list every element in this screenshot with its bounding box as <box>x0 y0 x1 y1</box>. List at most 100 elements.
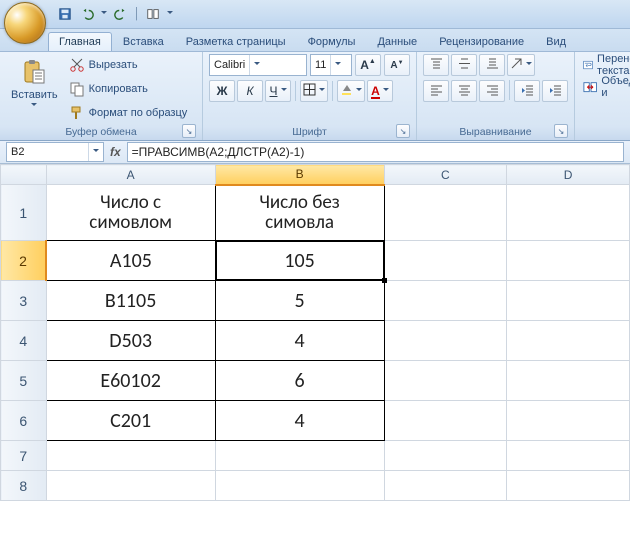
align-middle-button[interactable] <box>451 54 477 76</box>
cell-B5[interactable]: 6 <box>215 361 384 401</box>
font-name-combo[interactable]: Calibri <box>209 54 307 76</box>
cell-A5[interactable]: Е60102 <box>46 361 215 401</box>
group-clipboard-label: Буфер обмена ↘ <box>6 126 196 140</box>
redo-icon[interactable] <box>112 5 130 23</box>
fx-icon[interactable]: fx <box>110 145 121 159</box>
separator <box>332 81 333 101</box>
row-header-4[interactable]: 4 <box>1 321 47 361</box>
cell-A3[interactable]: В1105 <box>46 281 215 321</box>
increase-indent-button[interactable] <box>542 80 568 102</box>
underline-button[interactable]: Ч <box>265 80 291 102</box>
cell-C8[interactable] <box>384 471 507 501</box>
shrink-font-button[interactable]: A▼ <box>384 54 410 76</box>
cell-D1[interactable] <box>507 185 630 241</box>
row-header-1[interactable]: 1 <box>1 185 47 241</box>
cell-C5[interactable] <box>384 361 507 401</box>
qat-extra-icon[interactable] <box>144 5 162 23</box>
row-header-6[interactable]: 6 <box>1 401 47 441</box>
cell-C6[interactable] <box>384 401 507 441</box>
tab-insert[interactable]: Вставка <box>112 32 175 51</box>
cell-B4[interactable]: 4 <box>215 321 384 361</box>
tab-review[interactable]: Рецензирование <box>428 32 535 51</box>
wrap-text-button[interactable]: Перенос текста <box>581 54 630 76</box>
italic-button[interactable]: К <box>237 80 263 102</box>
cell-A4[interactable]: D503 <box>46 321 215 361</box>
office-button[interactable] <box>4 2 46 44</box>
font-size-combo[interactable]: 11 <box>310 54 352 76</box>
decrease-indent-button[interactable] <box>514 80 540 102</box>
font-name-value: Calibri <box>210 59 249 71</box>
borders-button[interactable] <box>300 80 328 102</box>
name-box[interactable]: B2 <box>6 142 104 162</box>
qat-separator: │ <box>134 5 140 23</box>
alignment-launcher[interactable]: ↘ <box>554 124 568 138</box>
format-painter-button[interactable]: Формат по образцу <box>67 102 190 124</box>
cell-A7[interactable] <box>46 441 215 471</box>
cell-D5[interactable] <box>507 361 630 401</box>
align-top-button[interactable] <box>423 54 449 76</box>
tab-formulas[interactable]: Формулы <box>297 32 367 51</box>
col-header-C[interactable]: C <box>384 165 507 185</box>
grow-font-button[interactable]: A▲ <box>355 54 381 76</box>
cell-A1[interactable]: Число с симовлом <box>46 185 215 241</box>
row-header-5[interactable]: 5 <box>1 361 47 401</box>
fill-color-button[interactable] <box>337 80 365 102</box>
tab-home[interactable]: Главная <box>48 32 112 51</box>
font-launcher[interactable]: ↘ <box>396 124 410 138</box>
grow-font-icon: A▲ <box>360 58 376 72</box>
shrink-font-icon: A▼ <box>390 60 403 71</box>
cell-A2[interactable]: А105 <box>46 241 215 281</box>
row-header-3[interactable]: 3 <box>1 281 47 321</box>
cell-D3[interactable] <box>507 281 630 321</box>
cell-B7[interactable] <box>215 441 384 471</box>
copy-button[interactable]: Копировать <box>67 78 190 100</box>
group-alignment-label: Выравнивание ↘ <box>423 126 568 140</box>
copy-icon <box>69 81 85 97</box>
undo-icon[interactable] <box>78 5 96 23</box>
cell-B8[interactable] <box>215 471 384 501</box>
tab-page-layout[interactable]: Разметка страницы <box>175 32 297 51</box>
cell-B3[interactable]: 5 <box>215 281 384 321</box>
align-right-button[interactable] <box>479 80 505 102</box>
align-center-button[interactable] <box>451 80 477 102</box>
bold-button[interactable]: Ж <box>209 80 235 102</box>
font-color-button[interactable]: A <box>367 80 393 102</box>
chevron-down-icon <box>330 55 345 75</box>
align-left-button[interactable] <box>423 80 449 102</box>
cut-button[interactable]: Вырезать <box>67 54 190 76</box>
align-bottom-button[interactable] <box>479 54 505 76</box>
qat-customize-dropdown[interactable] <box>166 11 174 17</box>
undo-dropdown[interactable] <box>100 11 108 17</box>
cell-B1[interactable]: Число без симовла <box>215 185 384 241</box>
clipboard-launcher[interactable]: ↘ <box>182 124 196 138</box>
cell-C4[interactable] <box>384 321 507 361</box>
cell-B6[interactable]: 4 <box>215 401 384 441</box>
paste-button[interactable]: Вставить <box>6 54 63 112</box>
col-header-B[interactable]: B <box>215 165 384 185</box>
worksheet[interactable]: A B C D 1 Число с симовлом Число без сим… <box>0 164 630 548</box>
merge-cells-button[interactable]: Объединить и <box>581 76 630 98</box>
row-header-8[interactable]: 8 <box>1 471 47 501</box>
cell-A8[interactable] <box>46 471 215 501</box>
tab-data[interactable]: Данные <box>366 32 428 51</box>
select-all-corner[interactable] <box>1 165 47 185</box>
row-header-7[interactable]: 7 <box>1 441 47 471</box>
row-header-2[interactable]: 2 <box>1 241 47 281</box>
cell-D4[interactable] <box>507 321 630 361</box>
cell-C1[interactable] <box>384 185 507 241</box>
cell-C7[interactable] <box>384 441 507 471</box>
save-icon[interactable] <box>56 5 74 23</box>
cell-A6[interactable]: С201 <box>46 401 215 441</box>
cell-D8[interactable] <box>507 471 630 501</box>
cell-C3[interactable] <box>384 281 507 321</box>
formula-bar[interactable]: =ПРАВСИМВ(A2;ДЛСТР(A2)-1) <box>127 142 624 162</box>
cell-C2[interactable] <box>384 241 507 281</box>
col-header-D[interactable]: D <box>507 165 630 185</box>
tab-view[interactable]: Вид <box>535 32 577 51</box>
cell-D7[interactable] <box>507 441 630 471</box>
col-header-A[interactable]: A <box>46 165 215 185</box>
cell-B2[interactable]: 105 <box>215 241 384 281</box>
cell-D2[interactable] <box>507 241 630 281</box>
cell-D6[interactable] <box>507 401 630 441</box>
orientation-button[interactable] <box>507 54 535 76</box>
